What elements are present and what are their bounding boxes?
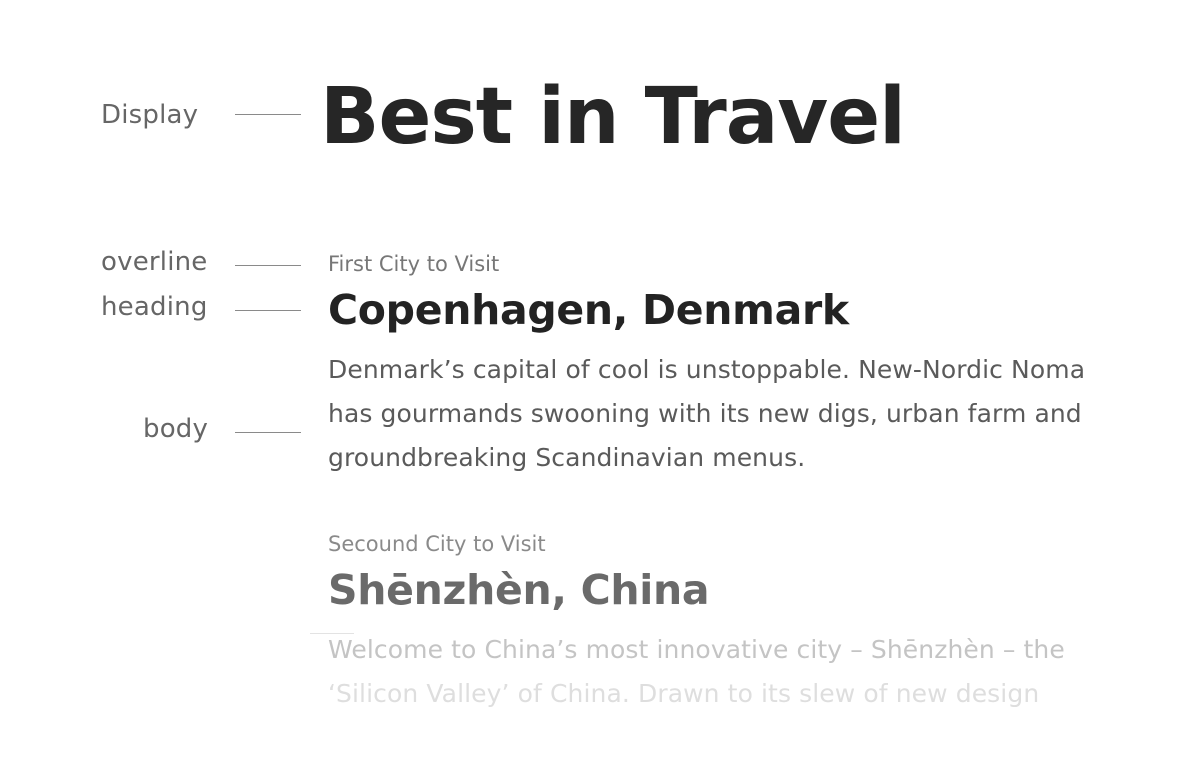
annotation-overline-leader xyxy=(235,265,301,266)
city-1-body: Denmark’s capital of cool is unstoppable… xyxy=(328,348,1128,480)
city-2-overline: Secound City to Visit xyxy=(328,532,546,556)
annotation-body-leader xyxy=(235,432,301,433)
annotation-overline-label: overline xyxy=(101,247,208,277)
city-1-body-line-3: groundbreaking Scandinavian menus. xyxy=(328,443,806,472)
annotation-display-label: Display xyxy=(101,100,199,130)
city-1-body-line-1: Denmark’s capital of cool is unstoppable… xyxy=(328,355,1086,384)
city-2-body: Welcome to China’s most innovative city … xyxy=(328,628,1128,716)
display-title: Best in Travel xyxy=(320,72,906,162)
city-1-overline: First City to Visit xyxy=(328,252,500,276)
annotation-heading-leader xyxy=(235,310,301,311)
city-1-body-line-2: has gourmands swooning with its new digs… xyxy=(328,399,1082,428)
city-1-heading: Copenhagen, Denmark xyxy=(328,286,849,334)
annotation-display-leader xyxy=(235,114,301,115)
city-2-heading: Shēnzhèn, China xyxy=(328,566,710,614)
annotation-body-label: body xyxy=(143,414,209,444)
city-2-body-line-2: ‘Silicon Valley’ of China. Drawn to its … xyxy=(328,679,1040,708)
city-2-body-line-1: Welcome to China’s most innovative city … xyxy=(328,635,1065,664)
annotation-heading-label: heading xyxy=(101,292,208,322)
